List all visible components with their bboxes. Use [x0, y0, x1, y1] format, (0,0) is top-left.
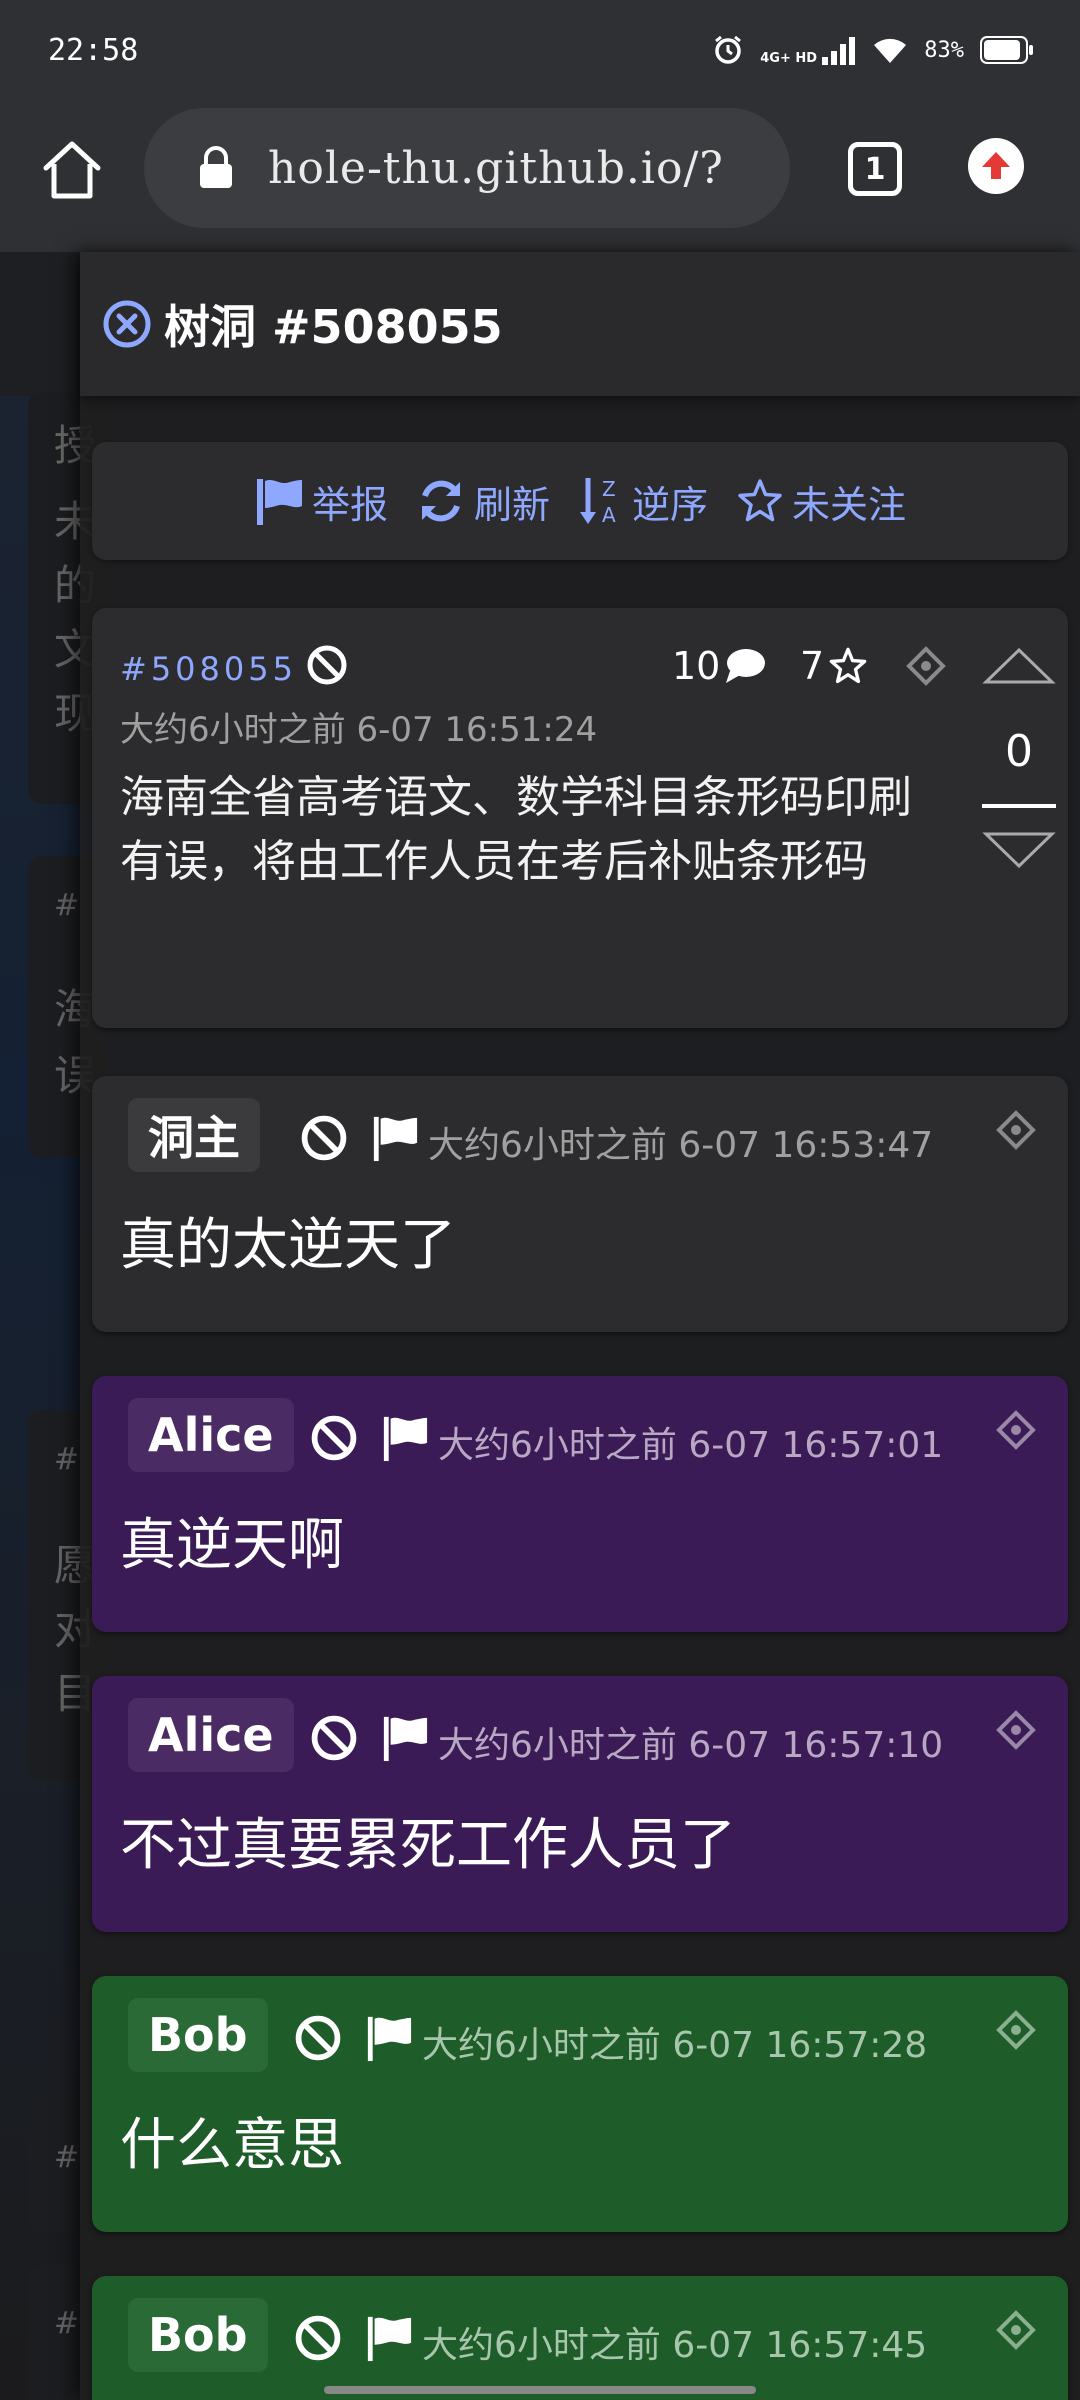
reply-actions: [300, 1114, 420, 1162]
flag-outline-icon[interactable]: [380, 1414, 430, 1462]
reply-author: Bob: [128, 2298, 268, 2372]
reply-card: Bob 大约6小时之前 6-07 16:57:28 什么意思: [92, 1976, 1068, 2232]
reply-actions: [294, 2014, 414, 2062]
close-icon[interactable]: [102, 299, 152, 349]
reply-text: 真的太逆天了: [120, 1213, 456, 1278]
browser-toolbar: hole-thu.github.io/? 1: [0, 100, 1080, 252]
background-glyph: #: [54, 2140, 80, 2175]
reply-card: Alice 大约6小时之前 6-07 16:57:01 真逆天啊: [92, 1376, 1068, 1632]
home-icon[interactable]: [40, 138, 104, 202]
thread-sidebar[interactable]: 树洞 #508055 举报 刷新 Z A 逆序 未关注 #508055 10 7…: [80, 252, 1080, 2400]
post-time: 大约6小时之前 6-07 16:51:24: [120, 710, 598, 750]
battery-percent: 83%: [924, 37, 964, 63]
signal-icon: [822, 37, 856, 65]
reply-text: 什么意思: [120, 2113, 344, 2178]
block-icon[interactable]: [310, 1714, 358, 1762]
locate-icon[interactable]: [996, 1410, 1036, 1450]
locate-icon[interactable]: [996, 1710, 1036, 1750]
vote-count: 0: [1005, 726, 1033, 777]
lock-icon: [200, 146, 232, 188]
block-icon[interactable]: [306, 644, 348, 686]
report-button[interactable]: 举报: [254, 474, 388, 529]
reply-time: 大约6小时之前 6-07 16:53:47: [428, 1125, 934, 1166]
wifi-icon: [874, 38, 907, 63]
follow-label: 未关注: [792, 482, 907, 527]
svg-text:A: A: [602, 503, 616, 527]
reply-card: 洞主 大约6小时之前 6-07 16:53:47 真的太逆天了: [92, 1076, 1068, 1332]
status-time: 22:58: [48, 32, 139, 68]
block-icon[interactable]: [294, 2314, 342, 2362]
reply-count-value: 10: [672, 644, 721, 688]
post-text: 海南全省高考语文、数学科目条形码印刷有误，将由工作人员在考后补贴条形码: [120, 772, 912, 887]
reply-author: 洞主: [128, 1098, 260, 1172]
update-button[interactable]: [968, 138, 1024, 194]
report-label: 举报: [311, 482, 388, 527]
vote-down-icon[interactable]: [982, 830, 1056, 870]
svg-text:Z: Z: [602, 477, 616, 501]
reply-actions: [310, 1414, 430, 1462]
flag-outline-icon[interactable]: [380, 1714, 430, 1762]
tab-switcher-button[interactable]: 1: [848, 142, 902, 196]
locate-icon[interactable]: [906, 646, 946, 686]
reply-actions: [310, 1714, 430, 1762]
locate-icon[interactable]: [996, 2010, 1036, 2050]
reply-text: 不过真要累死工作人员了: [120, 1813, 736, 1878]
reply-author: Alice: [128, 1698, 294, 1772]
reverse-order-button[interactable]: Z A 逆序: [578, 474, 708, 529]
refresh-label: 刷新: [473, 482, 550, 527]
reply-time: 大约6小时之前 6-07 16:57:10: [438, 1725, 944, 1766]
comment-icon: [726, 649, 766, 683]
address-bar[interactable]: hole-thu.github.io/?: [144, 108, 790, 228]
reply-text: 真逆天啊: [120, 1513, 344, 1578]
vote-up-icon[interactable]: [982, 646, 1056, 686]
star-count: 7: [800, 644, 868, 688]
background-glyph: #: [54, 888, 80, 923]
locate-icon[interactable]: [996, 1110, 1036, 1150]
reply-author: Alice: [128, 1398, 294, 1472]
block-icon[interactable]: [300, 1114, 348, 1162]
url-text: hole-thu.github.io/?: [268, 142, 724, 194]
network-indicator: 4G+ HD: [760, 35, 856, 65]
thread-toolbar: 举报 刷新 Z A 逆序 未关注: [92, 442, 1068, 560]
status-icons: 4G+ HD 83%: [712, 34, 1034, 66]
flag-outline-icon[interactable]: [364, 2014, 414, 2062]
reply-time: 大约6小时之前 6-07 16:57:01: [438, 1425, 944, 1466]
background-glyph: #: [54, 2306, 80, 2341]
background-glyph: #: [54, 1442, 80, 1477]
refresh-button[interactable]: 刷新: [416, 474, 550, 529]
reply-author: Bob: [128, 1998, 268, 2072]
post-id[interactable]: #508055: [120, 650, 297, 688]
reply-actions: [294, 2314, 414, 2362]
main-post-card: #508055 10 7 大约6小时之前 6-07 16:51:24 海南全省高…: [92, 608, 1068, 1028]
star-outline-icon: [738, 479, 782, 522]
sort-alpha-icon: Z A: [580, 477, 616, 527]
sidebar-title: 树洞 #508055: [164, 300, 503, 354]
network-label: 4G+ HD: [760, 51, 818, 66]
reverse-order-label: 逆序: [632, 482, 709, 527]
home-indicator[interactable]: [324, 2386, 756, 2394]
status-bar: 22:58 4G+ HD 83%: [0, 0, 1080, 100]
flag-icon: [256, 479, 302, 525]
follow-button[interactable]: 未关注: [736, 474, 906, 529]
alarm-icon: [715, 35, 742, 64]
star-outline-icon: [829, 647, 867, 684]
flag-outline-icon[interactable]: [364, 2314, 414, 2362]
sidebar-title-bar: 树洞 #508055: [80, 252, 1080, 396]
arrow-up-icon: [982, 152, 1010, 179]
reply-count: 10: [672, 644, 766, 688]
battery-icon: [980, 36, 1033, 64]
reply-card: Alice 大约6小时之前 6-07 16:57:10 不过真要累死工作人员了: [92, 1676, 1068, 1932]
block-icon[interactable]: [310, 1414, 358, 1462]
flag-outline-icon[interactable]: [370, 1114, 420, 1162]
reply-time: 大约6小时之前 6-07 16:57:28: [422, 2025, 928, 2066]
star-count-value: 7: [800, 644, 825, 688]
refresh-icon: [421, 480, 460, 522]
block-icon[interactable]: [294, 2014, 342, 2062]
reply-card: Bob 大约6小时之前 6-07 16:57:45: [92, 2276, 1068, 2400]
locate-icon[interactable]: [996, 2310, 1036, 2350]
reply-time: 大约6小时之前 6-07 16:57:45: [422, 2325, 928, 2366]
vote-divider: [982, 804, 1056, 808]
